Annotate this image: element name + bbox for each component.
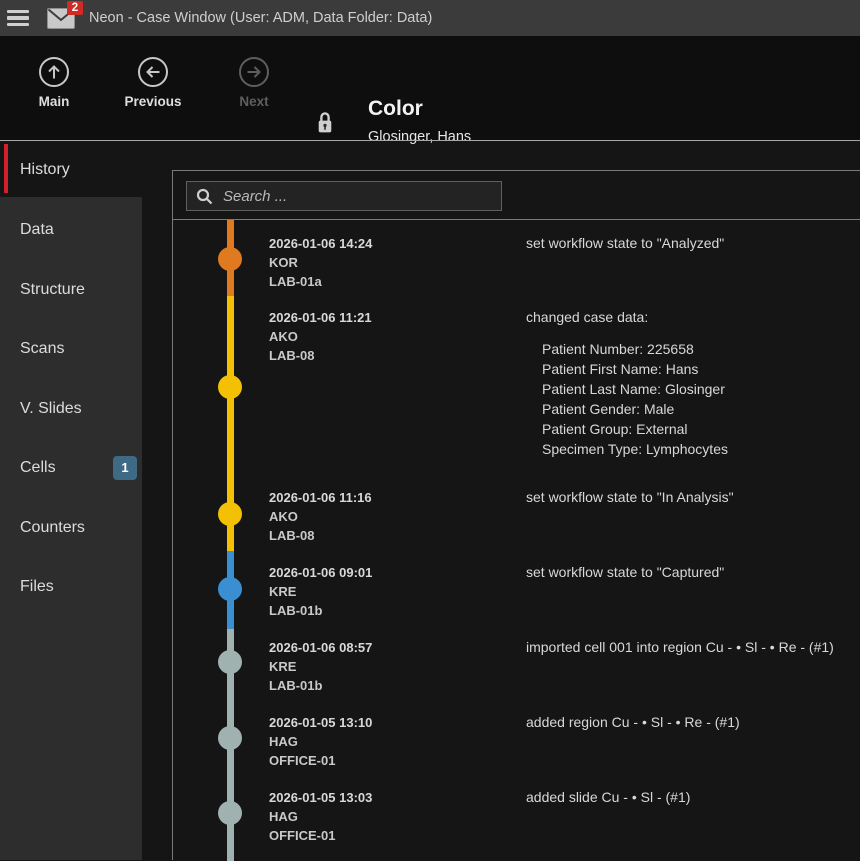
search-box[interactable] — [186, 181, 502, 211]
main-button[interactable]: Main — [30, 56, 78, 109]
sidebar-item-data[interactable]: Data — [20, 221, 138, 239]
sidebar-item-files[interactable]: Files — [20, 578, 138, 596]
left-arrow-icon — [137, 56, 169, 88]
entry-user: KRE — [269, 657, 479, 676]
timeline-dot — [218, 650, 242, 674]
entry-message: imported cell 001 into region Cu - • Sl … — [526, 639, 860, 656]
sidebar-item-counters[interactable]: Counters — [20, 519, 138, 537]
entry-message: added slide Cu - • Sl - (#1) — [526, 789, 860, 806]
entry-detail-line: Patient Group: External — [542, 419, 860, 439]
mail-unread-badge: 2 — [67, 1, 83, 15]
history-panel: 2026-01-06 14:24 KOR LAB-01a set workflo… — [172, 170, 860, 860]
entry-user: KOR — [269, 253, 479, 272]
entry-location: LAB-01b — [269, 676, 479, 695]
next-button-label: Next — [228, 94, 280, 109]
entry-location: LAB-08 — [269, 526, 479, 545]
search-icon — [196, 188, 213, 205]
entry-message: set workflow state to "Analyzed" — [526, 235, 860, 252]
history-timeline: 2026-01-06 14:24 KOR LAB-01a set workflo… — [173, 220, 860, 860]
entry-message: changed case data: Patient Number: 225658… — [526, 309, 860, 459]
entry-datetime: 2026-01-05 13:03 — [269, 788, 479, 807]
entry-datetime: 2026-01-06 09:01 — [269, 563, 479, 582]
main-button-label: Main — [30, 94, 78, 109]
entry-message-text: imported cell 001 into region Cu - • Sl … — [526, 639, 834, 655]
entry-message: added region Cu - • Sl - • Re - (#1) — [526, 714, 860, 731]
entry-location: LAB-01a — [269, 272, 479, 291]
sidebar-item-cells[interactable]: Cells 1 — [20, 459, 138, 477]
entry-location: LAB-08 — [269, 346, 479, 365]
case-header: Color Glosinger, Hans — [368, 96, 471, 145]
sidebar-item-structure[interactable]: Structure — [20, 281, 138, 299]
case-patient-name: Glosinger, Hans — [368, 129, 471, 145]
entry-datetime: 2026-01-05 13:10 — [269, 713, 479, 732]
titlebar: 2 Neon - Case Window (User: ADM, Data Fo… — [0, 0, 860, 36]
right-arrow-icon — [238, 56, 270, 88]
search-input[interactable] — [221, 187, 501, 206]
timeline-dot — [218, 375, 242, 399]
menu-icon[interactable] — [7, 10, 31, 27]
sidebar-item-history[interactable]: History — [20, 161, 138, 179]
timeline-dot — [218, 247, 242, 271]
entry-message-text: set workflow state to "Captured" — [526, 564, 724, 580]
entry-user: KRE — [269, 582, 479, 601]
entry-message-text: changed case data: — [526, 309, 648, 325]
toolbar: Main Previous Next Color Glosinger, Hans — [0, 36, 860, 140]
case-title: Color — [368, 96, 471, 122]
sidebar-item-badge: 1 — [113, 456, 137, 480]
entry-message-text: set workflow state to "Analyzed" — [526, 235, 724, 251]
entry-detail-line: Patient First Name: Hans — [542, 359, 860, 379]
entry-message: set workflow state to "In Analysis" — [526, 489, 860, 506]
entry-user: AKO — [269, 327, 479, 346]
timeline-dot — [218, 577, 242, 601]
entry-datetime: 2026-01-06 08:57 — [269, 638, 479, 657]
timeline-dot — [218, 801, 242, 825]
sidebar-item-scans[interactable]: Scans — [20, 340, 138, 358]
sidebar-active-indicator — [4, 144, 8, 193]
entry-detail-line: Patient Last Name: Glosinger — [542, 379, 860, 399]
entry-message: set workflow state to "Captured" — [526, 564, 860, 581]
entry-user: HAG — [269, 732, 479, 751]
mail-icon[interactable]: 2 — [47, 8, 75, 29]
entry-datetime: 2026-01-06 11:16 — [269, 488, 479, 507]
window-title: Neon - Case Window (User: ADM, Data Fold… — [89, 10, 432, 26]
entry-datetime: 2026-01-06 14:24 — [269, 234, 479, 253]
entry-datetime: 2026-01-06 11:21 — [269, 308, 479, 327]
entry-location: LAB-01b — [269, 601, 479, 620]
timeline-dot — [218, 726, 242, 750]
entry-detail-line: Patient Number: 225658 — [542, 339, 860, 359]
up-arrow-icon — [38, 56, 70, 88]
search-row — [173, 171, 860, 220]
entry-detail-list: Patient Number: 225658Patient First Name… — [526, 339, 860, 459]
next-button[interactable]: Next — [228, 56, 280, 109]
entry-location: OFFICE-01 — [269, 826, 479, 845]
entry-message-text: added region Cu - • Sl - • Re - (#1) — [526, 714, 740, 730]
entry-user: AKO — [269, 507, 479, 526]
lock-icon — [316, 108, 334, 136]
timeline-dot — [218, 502, 242, 526]
entry-message-text: set workflow state to "In Analysis" — [526, 489, 734, 505]
entry-message-text: added slide Cu - • Sl - (#1) — [526, 789, 690, 805]
previous-button-label: Previous — [120, 94, 186, 109]
entry-location: OFFICE-01 — [269, 751, 479, 770]
sidebar-item-v-slides[interactable]: V. Slides — [20, 400, 138, 418]
entry-detail-line: Specimen Type: Lymphocytes — [542, 439, 860, 459]
entry-user: HAG — [269, 807, 479, 826]
previous-button[interactable]: Previous — [120, 56, 186, 109]
entry-detail-line: Patient Gender: Male — [542, 399, 860, 419]
